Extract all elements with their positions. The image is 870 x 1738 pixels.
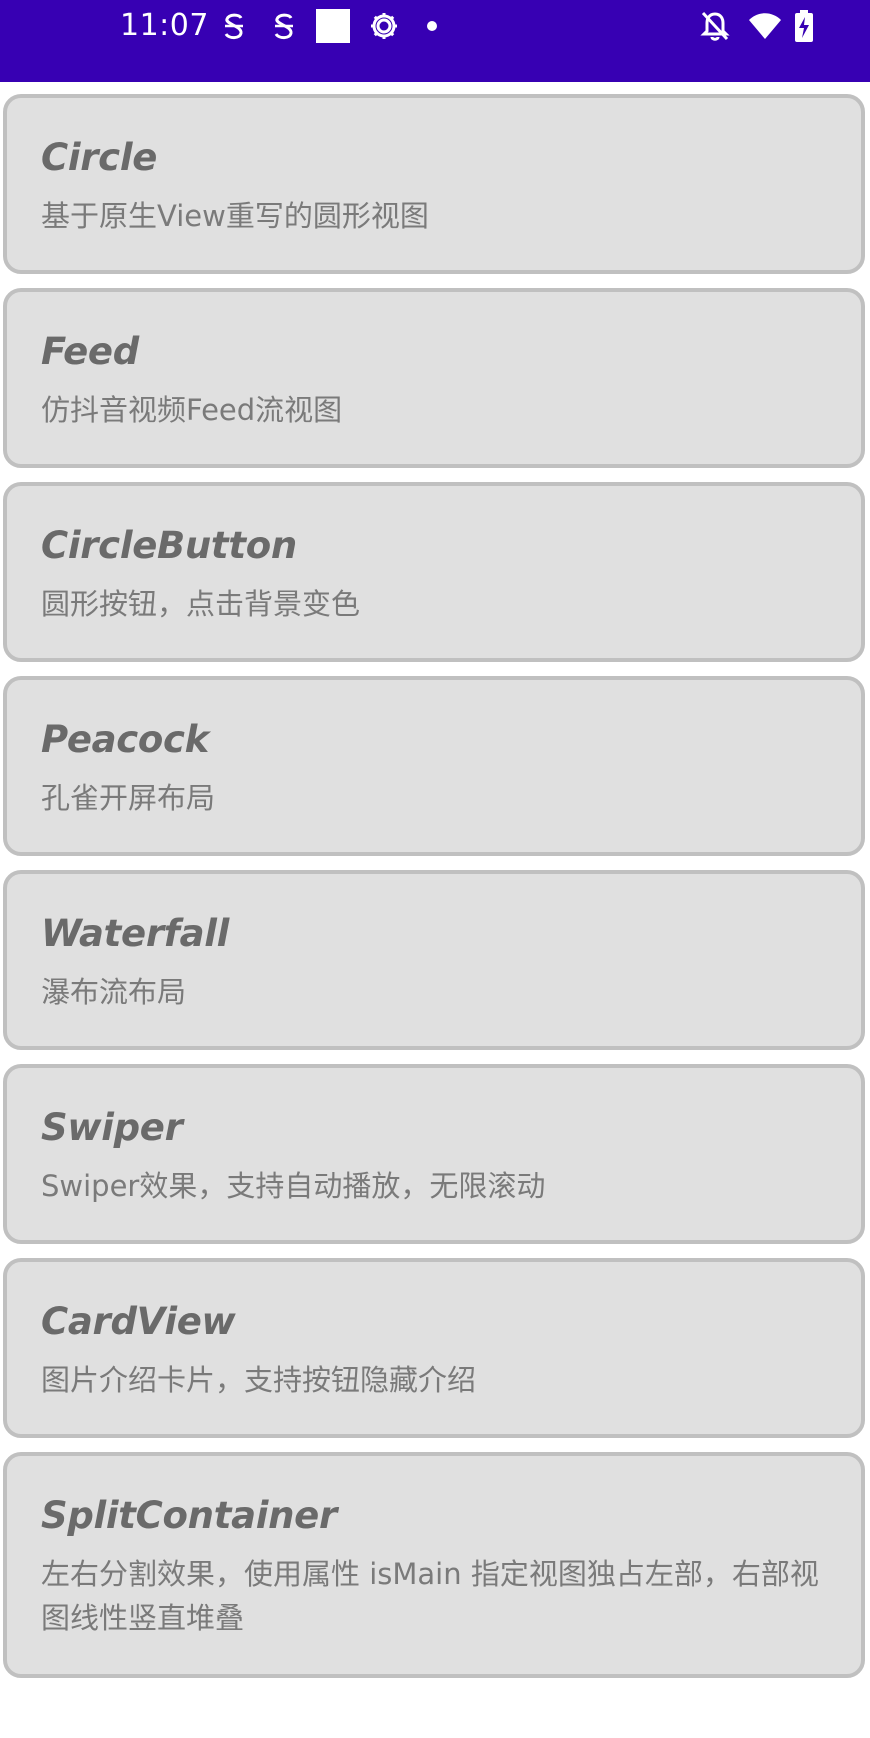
list-item-description: 图片介绍卡片，支持按钮隐藏介绍 xyxy=(41,1363,477,1397)
list-item-title: Circle xyxy=(41,136,157,179)
sim-s-icon xyxy=(272,10,296,42)
list-item-feed[interactable]: Feed 仿抖音视频Feed流视图 xyxy=(3,288,865,468)
dot-icon xyxy=(426,10,438,42)
list-item-waterfall[interactable]: Waterfall 瀑布流布局 xyxy=(3,870,865,1050)
list-item-title: Peacock xyxy=(41,718,209,761)
list-item-title: Waterfall xyxy=(41,912,230,955)
list-item-circle-button[interactable]: CircleButton 圆形按钮，点击背景变色 xyxy=(3,482,865,662)
list-item-title: Feed xyxy=(41,330,139,373)
list-item-description: 左右分割效果，使用属性 isMain 指定视图独占左部，右部视图线性竖直堆叠 xyxy=(41,1557,819,1635)
sim-s-icon xyxy=(222,10,246,42)
demo-list: Circle 基于原生View重写的圆形视图 Feed 仿抖音视频Feed流视图… xyxy=(0,94,870,1692)
list-item-description: 瀑布流布局 xyxy=(41,975,187,1009)
list-item-title: CardView xyxy=(41,1300,236,1343)
list-item-circle[interactable]: Circle 基于原生View重写的圆形视图 xyxy=(3,94,865,274)
list-item-description: 孔雀开屏布局 xyxy=(41,781,216,815)
white-square-icon xyxy=(316,9,350,43)
list-item-title: CircleButton xyxy=(41,524,297,567)
list-item-description: 圆形按钮，点击背景变色 xyxy=(41,587,361,621)
wifi-icon xyxy=(748,10,782,42)
status-time: 11:07 xyxy=(120,8,209,43)
list-item-peacock[interactable]: Peacock 孔雀开屏布局 xyxy=(3,676,865,856)
list-item-card-view[interactable]: CardView 图片介绍卡片，支持按钮隐藏介绍 xyxy=(3,1258,865,1438)
list-item-description: 仿抖音视频Feed流视图 xyxy=(41,393,343,427)
list-item-title: SplitContainer xyxy=(41,1494,337,1537)
list-item-swiper[interactable]: Swiper Swiper效果，支持自动播放，无限滚动 xyxy=(3,1064,865,1244)
list-item-split-container[interactable]: SplitContainer 左右分割效果，使用属性 isMain 指定视图独占… xyxy=(3,1452,865,1678)
list-item-description: 基于原生View重写的圆形视图 xyxy=(41,199,429,233)
list-item-description: Swiper效果，支持自动播放，无限滚动 xyxy=(41,1169,546,1203)
status-bar: 11:07 xyxy=(0,0,870,82)
battery-charging-icon xyxy=(794,10,814,42)
bell-off-icon xyxy=(700,10,730,42)
list-item-title: Swiper xyxy=(41,1106,183,1149)
gear-icon xyxy=(368,10,400,42)
